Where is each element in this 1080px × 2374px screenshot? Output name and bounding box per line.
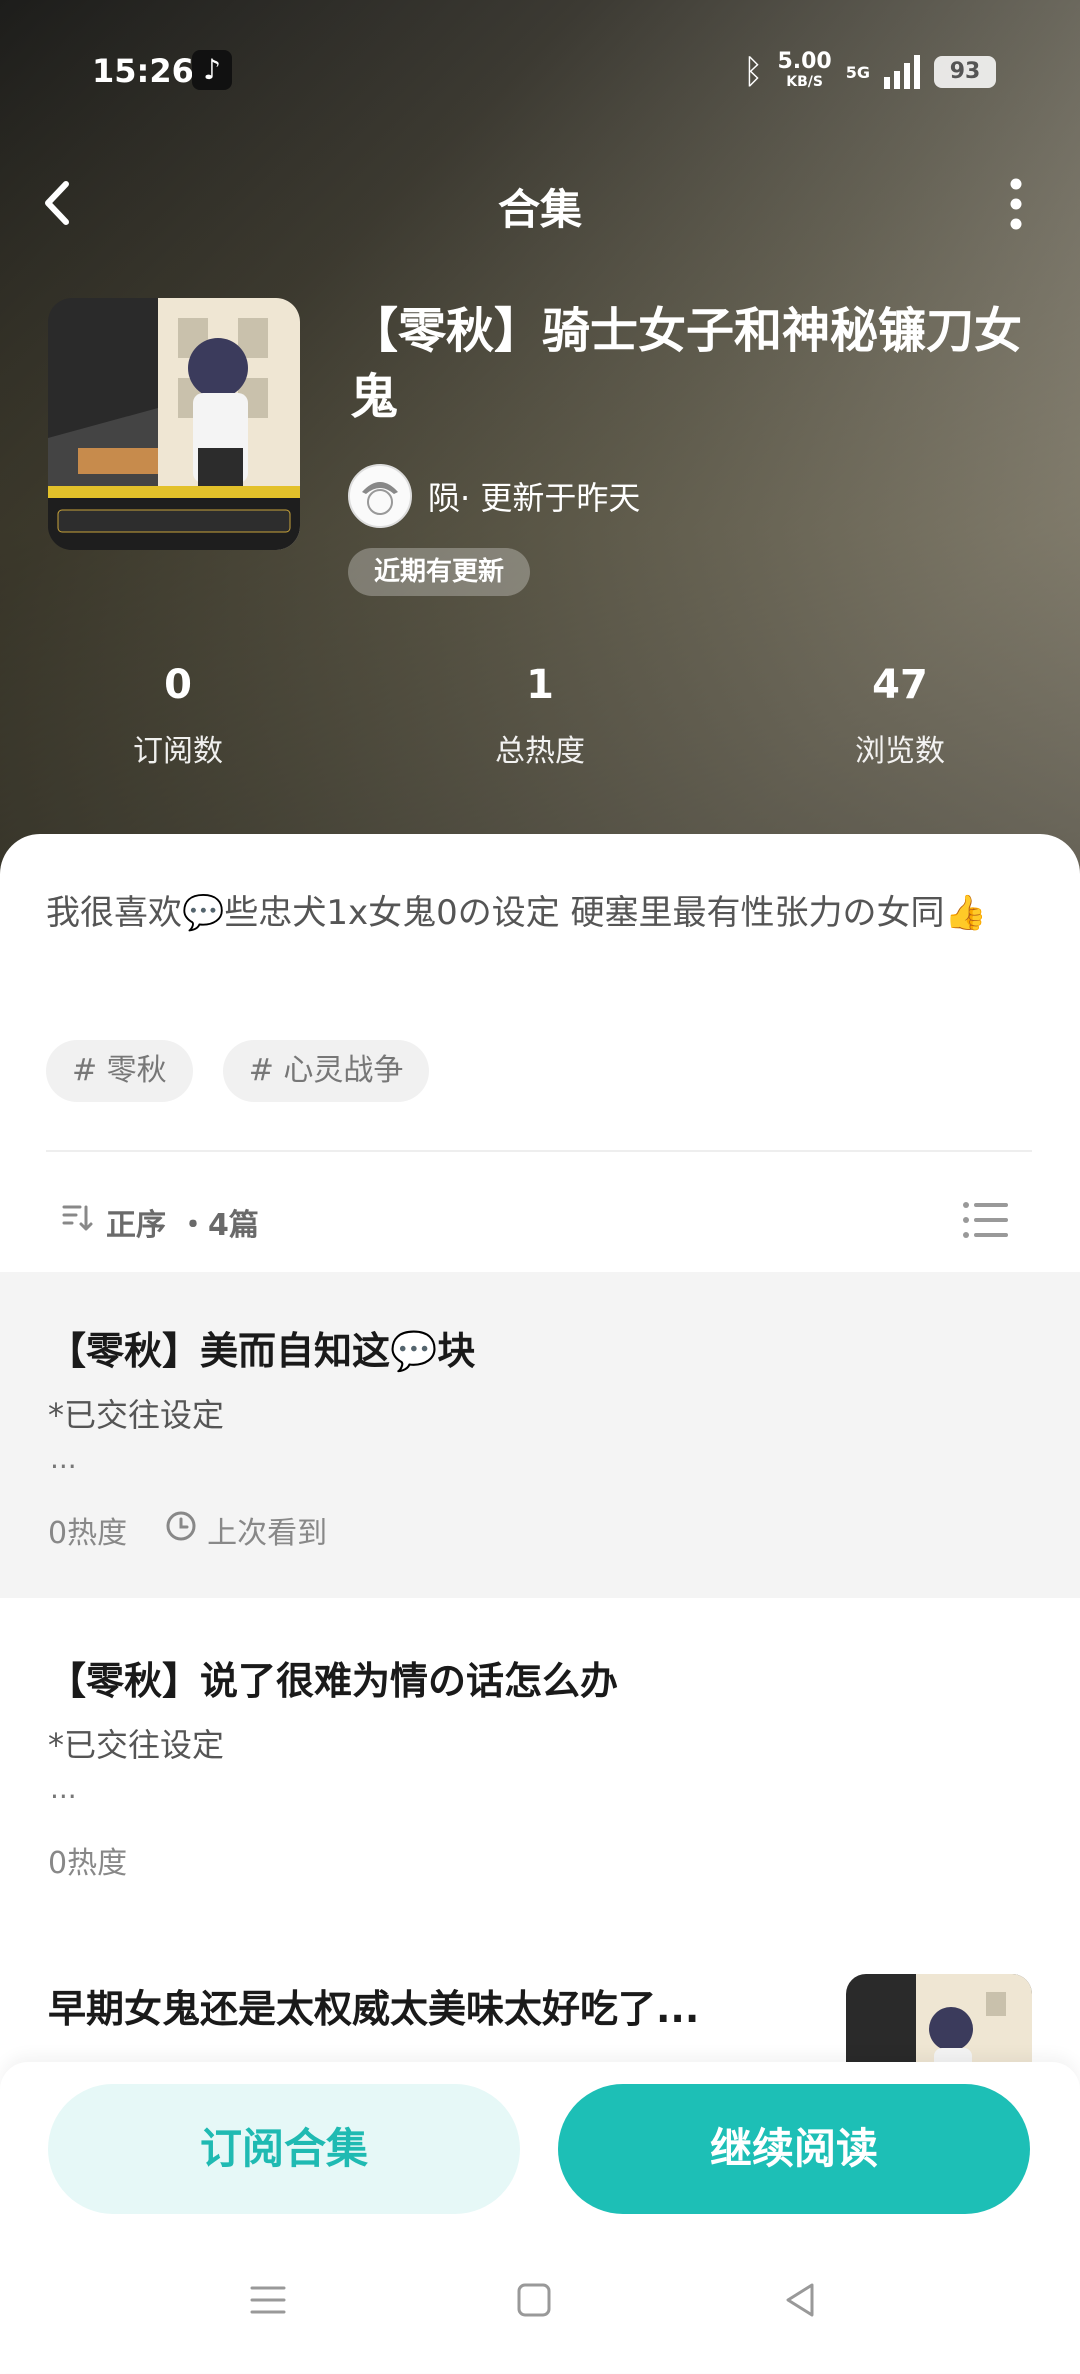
chapter-item[interactable]: 【零秋】美而自知这💬块 *已交往设定 ... 0热度 上次看到 xyxy=(0,1272,1080,1598)
chapter-subtitle: *已交往设定 xyxy=(48,1396,225,1434)
signal-icon xyxy=(884,55,920,89)
clock-icon xyxy=(165,1510,197,1550)
chapter-excerpt: ... xyxy=(50,1772,77,1805)
page-title: 合集 xyxy=(497,185,582,234)
list-view-icon[interactable] xyxy=(962,1200,1008,1240)
author-row[interactable]: 陨· 更新于昨天 xyxy=(348,464,640,528)
recent-update-badge: 近期有更新 xyxy=(348,548,531,596)
more-options-icon[interactable] xyxy=(1010,178,1022,230)
chapter-heat: 0热度 xyxy=(48,1516,128,1551)
last-read-indicator: 上次看到 xyxy=(165,1508,327,1552)
home-icon[interactable] xyxy=(514,2280,554,2320)
tag-list: # 零秋 # 心灵战争 xyxy=(46,1040,430,1102)
author-update-text: 陨· 更新于昨天 xyxy=(428,479,641,517)
stat-heat: 1 总热度 xyxy=(495,662,585,769)
battery-icon: 93 xyxy=(934,56,996,88)
continue-reading-button[interactable]: 继续阅读 xyxy=(558,2084,1030,2214)
recent-apps-icon[interactable] xyxy=(248,2280,288,2320)
status-time: 15:26 xyxy=(92,52,194,90)
chapter-heat: 0热度 xyxy=(48,1846,128,1881)
bluetooth-icon: ᛒ xyxy=(743,52,764,92)
chapter-title: 【零秋】美而自知这💬块 xyxy=(48,1329,476,1373)
collection-cover-image[interactable] xyxy=(48,298,300,550)
tiktok-notification-icon: ♪ xyxy=(192,50,232,90)
sort-toggle[interactable]: 正序 ・4篇 xyxy=(60,1200,259,1244)
chapter-meta: 0热度 上次看到 xyxy=(48,1508,327,1552)
chapter-title: 【零秋】说了很难为情の话怎么办 xyxy=(48,1659,619,1703)
tag-chip[interactable]: # 零秋 xyxy=(46,1040,193,1102)
author-avatar[interactable] xyxy=(348,464,412,528)
sort-label: 正序 xyxy=(106,1208,166,1243)
chapter-count: ・4篇 xyxy=(178,1208,259,1243)
collection-description: 我很喜欢💬些忠犬1x女鬼0の设定 硬塞里最有性张力の女同👍 xyxy=(46,893,987,933)
network-speed: 5.00 KB/S xyxy=(777,49,832,91)
divider xyxy=(46,1150,1032,1152)
status-icons: ᛒ 5.00 KB/S 5G 93 xyxy=(743,50,996,94)
network-type: 5G xyxy=(845,62,870,82)
back-nav-icon[interactable] xyxy=(780,2280,820,2320)
chapter-meta: 0热度 xyxy=(48,1838,127,1882)
chapter-excerpt: ... xyxy=(50,1442,77,1475)
subscribe-collection-button[interactable]: 订阅合集 xyxy=(48,2084,520,2214)
sort-icon xyxy=(60,1201,94,1243)
chapter-item[interactable]: 【零秋】说了很难为情の话怎么办 *已交往设定 ... 0热度 xyxy=(0,1598,1080,1898)
stat-subscribers: 0 订阅数 xyxy=(133,662,223,769)
chapter-subtitle: *已交往设定 xyxy=(48,1726,225,1764)
stat-views: 47 浏览数 xyxy=(855,662,945,769)
chapter-title: 早期女鬼还是太权威太美味太好吃了... xyxy=(48,1987,700,2031)
collection-title: 【零秋】骑士女子和神秘镰刀女鬼 xyxy=(350,303,1023,425)
tag-chip[interactable]: # 心灵战争 xyxy=(222,1040,430,1102)
